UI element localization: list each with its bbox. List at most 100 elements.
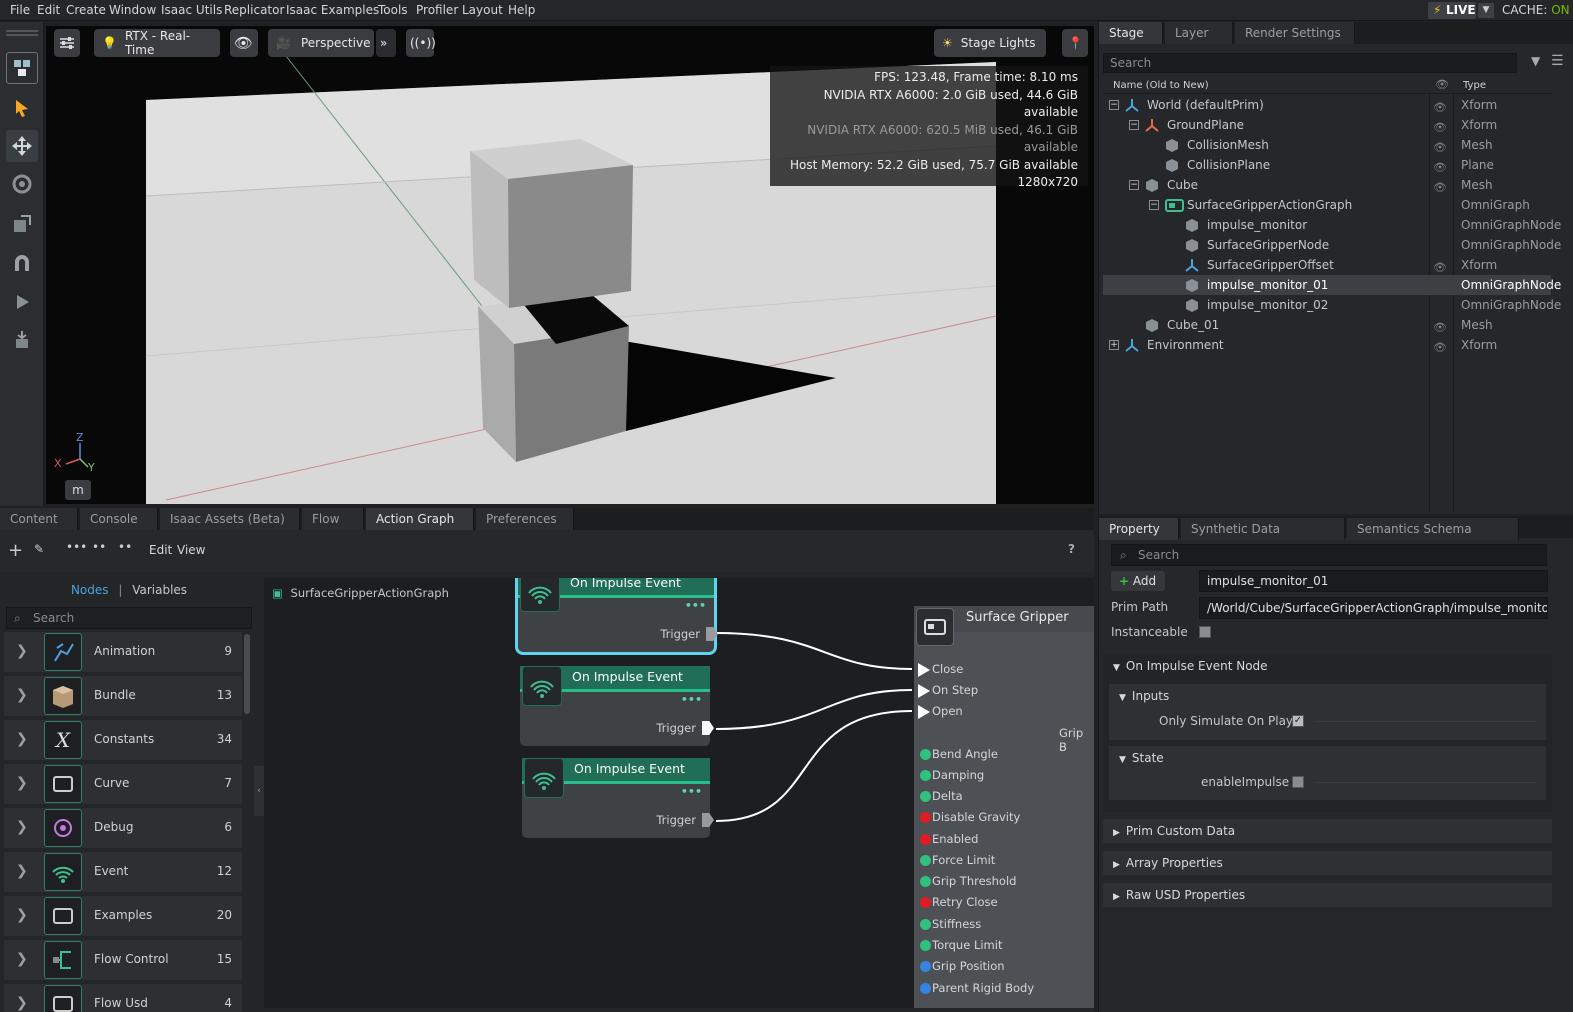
port-delta[interactable]: Delta (920, 789, 963, 803)
exec-port-icon[interactable] (918, 663, 930, 677)
tab-content[interactable]: Content (0, 508, 78, 530)
port-torque-limit[interactable]: Torque Limit (920, 938, 1002, 952)
add-button[interactable]: + Add (1111, 571, 1165, 591)
menu-file[interactable]: File (10, 3, 30, 17)
node-search-input[interactable]: ⌕ Search (6, 607, 252, 629)
tree-row-environment[interactable]: + Environment 👁 Xform (1103, 335, 1551, 355)
section-array-properties[interactable]: ▶ Array Properties (1103, 851, 1552, 875)
tab-layer[interactable]: Layer (1165, 22, 1233, 44)
collapse-toggle[interactable]: − (1129, 120, 1139, 130)
menu-help[interactable]: Help (508, 3, 535, 17)
tree-row-surfacegripperoffset[interactable]: SurfaceGripperOffset 👁 Xform (1103, 255, 1551, 275)
tree-row-impulse-monitor-01[interactable]: impulse_monitor_01 OmniGraphNode (1103, 275, 1561, 295)
input-port-dot[interactable] (920, 983, 931, 994)
category-animation[interactable]: ❯ Animation 9 (4, 632, 242, 672)
collapse-toggle[interactable]: − (1149, 200, 1159, 210)
input-port-dot[interactable] (920, 876, 931, 887)
filter-icon[interactable]: ▼ (1531, 54, 1540, 68)
unit-button[interactable]: m (65, 480, 91, 500)
category-bundle[interactable]: ❯ Bundle 13 (4, 676, 242, 716)
tab-nodes[interactable]: Nodes (71, 583, 109, 597)
col-type-header[interactable]: Type (1463, 80, 1486, 91)
add-icon[interactable]: + (8, 540, 23, 561)
input-port-dot[interactable] (920, 897, 931, 908)
location-pin-button[interactable]: 📍 (1062, 29, 1088, 57)
prim-name-field[interactable]: impulse_monitor_01 (1199, 570, 1548, 592)
port-grip-threshold[interactable]: Grip Threshold (920, 874, 1016, 888)
chevron-right-icon[interactable]: ❯ (16, 819, 28, 835)
snap-magnet-icon[interactable] (6, 248, 38, 280)
port-stiffness[interactable]: Stiffness (920, 917, 981, 931)
tab-property[interactable]: Property (1099, 518, 1179, 540)
category-debug[interactable]: ❯ Debug 6 (4, 808, 242, 848)
menu-window[interactable]: Window (109, 3, 156, 17)
menu-isaac-utils[interactable]: Isaac Utils (161, 3, 222, 17)
tab-isaac-assets[interactable]: Isaac Assets (Beta) (160, 508, 300, 530)
category-examples[interactable]: ❯ Examples 20 (4, 896, 242, 936)
tree-row-impulse-monitor[interactable]: impulse_monitor OmniGraphNode (1103, 215, 1561, 235)
more-icon[interactable]: •• (118, 540, 132, 554)
viewport-settings-button[interactable] (54, 29, 80, 57)
section-raw-usd-properties[interactable]: ▶ Raw USD Properties (1103, 883, 1552, 907)
section-header-state[interactable]: ▼ State (1119, 746, 1164, 770)
input-port-dot[interactable] (920, 770, 931, 781)
chevron-right-icon[interactable]: ❯ (16, 775, 28, 791)
scale-tool-icon[interactable] (6, 208, 38, 240)
camera-button[interactable]: 🎥 Perspective (268, 29, 374, 57)
section-prim-custom-data[interactable]: ▶ Prim Custom Data (1103, 819, 1552, 843)
tab-render-settings[interactable]: Render Settings (1235, 22, 1355, 44)
live-button[interactable]: ⚡ LIVE (1428, 2, 1476, 19)
input-port-dot[interactable] (920, 961, 931, 972)
tree-row-world[interactable]: − World (defaultPrim) 👁 Xform (1103, 95, 1551, 115)
category-flow-usd[interactable]: ❯ Flow Usd 4 (4, 984, 242, 1012)
port-close[interactable]: Close (918, 662, 963, 677)
viewport[interactable]: 💡 RTX - Real-Time 👁 🎥 Perspective » ((•)… (46, 26, 1094, 504)
stage-lights-button[interactable]: ☀ Stage Lights (934, 29, 1046, 57)
node-more-icon[interactable]: ••• (681, 693, 702, 706)
renderer-button[interactable]: 💡 RTX - Real-Time (94, 29, 220, 57)
input-port-dot[interactable] (920, 855, 931, 866)
input-port-dot[interactable] (920, 791, 931, 802)
port-retry-close[interactable]: Retry Close (920, 895, 998, 909)
menu-profiler[interactable]: Profiler (416, 3, 458, 17)
tab-variables[interactable]: Variables (132, 583, 187, 597)
col-name-header[interactable]: Name (Old to New) (1113, 80, 1209, 91)
panel-collapse-handle[interactable]: ‹ (254, 766, 264, 816)
live-dropdown-chevron-icon[interactable]: ▼ (1478, 3, 1494, 18)
port-force-limit[interactable]: Force Limit (920, 853, 995, 867)
chevron-right-icon[interactable]: ❯ (16, 907, 28, 923)
tree-row-actiongraph[interactable]: − SurfaceGripperActionGraph OmniGraph (1103, 195, 1551, 215)
visibility-button[interactable]: 👁 (230, 29, 258, 57)
tab-stage[interactable]: Stage (1099, 22, 1163, 44)
menu-create[interactable]: Create (66, 3, 106, 17)
expand-toggle[interactable]: + (1109, 340, 1119, 350)
port-parent-rigid-body[interactable]: Parent Rigid Body (920, 981, 1034, 995)
port-on-step[interactable]: On Step (918, 683, 978, 698)
align-icon[interactable]: •• (92, 540, 106, 554)
graph-canvas[interactable]: ▣ SurfaceGripperActionGraph On Impulse E… (264, 578, 1094, 1008)
pencil-icon[interactable]: ✎ (34, 542, 44, 556)
grip-handle[interactable] (6, 30, 38, 32)
chevron-right-icon[interactable]: ❯ (16, 951, 28, 967)
chevron-right-icon[interactable]: ❯ (16, 731, 28, 747)
port-damping[interactable]: Damping (920, 768, 984, 782)
tree-row-surfacegrippernode[interactable]: SurfaceGripperNode OmniGraphNode (1103, 235, 1561, 255)
category-event[interactable]: ❯ Event 12 (4, 852, 242, 892)
tab-flow[interactable]: Flow (302, 508, 364, 530)
instanceable-checkbox[interactable] (1199, 626, 1211, 638)
stage-search-input[interactable]: Search (1103, 53, 1517, 73)
tree-row-groundplane[interactable]: − GroundPlane 👁 Xform (1103, 115, 1551, 135)
tree-row-collisionmesh[interactable]: CollisionMesh 👁 Mesh (1103, 135, 1551, 155)
port-disable-gravity[interactable]: Disable Gravity (920, 810, 1020, 824)
menu-layout[interactable]: Layout (462, 3, 503, 17)
tab-action-graph[interactable]: Action Graph (366, 508, 474, 530)
exec-port-icon[interactable] (918, 705, 930, 719)
chevron-right-icon[interactable]: ❯ (16, 863, 28, 879)
section-header-inputs[interactable]: ▼ Inputs (1119, 684, 1169, 708)
move-tool-icon[interactable] (6, 130, 38, 162)
collapse-toggle[interactable]: − (1129, 180, 1139, 190)
port-enabled[interactable]: Enabled (920, 832, 978, 846)
prim-path-field[interactable]: /World/Cube/SurfaceGripperActionGraph/im… (1199, 597, 1548, 619)
input-port-dot[interactable] (920, 749, 931, 760)
event-node-2[interactable]: On Impulse Event ••• Trigger (520, 666, 714, 746)
